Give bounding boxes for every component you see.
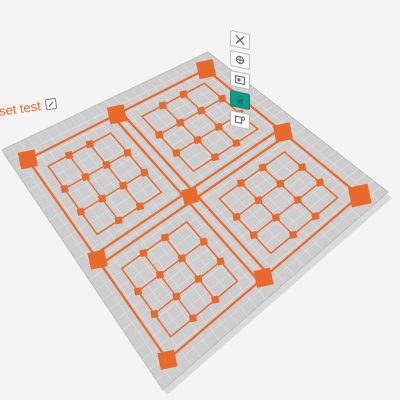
model-node	[160, 233, 170, 242]
model-corner-pad[interactable]	[106, 104, 128, 125]
model-node	[288, 230, 298, 239]
model-node	[254, 196, 263, 205]
model-node	[211, 295, 220, 304]
model-node	[218, 94, 227, 103]
model-node	[155, 270, 165, 279]
model-node	[214, 122, 223, 132]
model-node	[293, 195, 302, 205]
build-plate-viewport[interactable]	[0, 0, 400, 400]
model-node	[133, 287, 143, 296]
model-node	[154, 130, 164, 139]
model-node	[139, 248, 148, 258]
model-corner-pad[interactable]	[272, 122, 293, 143]
model-corner-pad[interactable]	[181, 187, 200, 205]
model-node	[249, 230, 258, 240]
model-corner-pad[interactable]	[87, 249, 108, 270]
orient-icon	[235, 55, 245, 65]
edit-icon[interactable]	[44, 97, 58, 111]
model-corner-pad[interactable]	[157, 349, 178, 370]
model-node	[119, 181, 128, 190]
model-node	[188, 314, 198, 323]
model-node	[76, 207, 85, 216]
model-node	[193, 135, 202, 145]
arrange-plate-button[interactable]	[230, 69, 250, 91]
model-node	[199, 237, 208, 246]
close-icon	[235, 34, 245, 46]
model-node	[297, 163, 307, 172]
model-node	[271, 213, 280, 222]
orient-plate-button[interactable]	[230, 49, 250, 71]
model-node	[236, 178, 246, 188]
model-node	[197, 106, 206, 115]
plate-toolbar	[230, 29, 250, 132]
model-corner-pad[interactable]	[347, 183, 372, 208]
model-node	[210, 153, 220, 162]
model-node	[150, 309, 159, 319]
plate-settings-button[interactable]	[230, 109, 250, 131]
model-node	[85, 139, 94, 149]
model-node	[176, 118, 185, 127]
model-node	[276, 179, 285, 188]
lock-plate-button[interactable]	[230, 89, 250, 111]
model-node	[97, 194, 107, 203]
model-node	[102, 160, 111, 169]
model-node	[216, 257, 225, 266]
model-node	[60, 184, 69, 194]
model-node	[81, 172, 90, 182]
model-node	[114, 216, 123, 225]
model-node	[232, 138, 241, 148]
model-node	[135, 202, 145, 211]
model-corner-pad[interactable]	[253, 267, 274, 288]
model-corner-pad[interactable]	[17, 149, 38, 170]
arrange-icon	[234, 74, 246, 86]
lock-icon	[237, 95, 243, 105]
model-node	[172, 148, 181, 158]
model-node	[140, 168, 149, 177]
model-node	[123, 148, 132, 157]
model-node	[177, 254, 186, 263]
model-node	[315, 178, 325, 187]
model-node	[311, 212, 320, 221]
model-node	[158, 101, 167, 110]
remove-plate-button[interactable]	[230, 29, 250, 51]
model-node	[64, 150, 74, 160]
model-node	[194, 274, 203, 284]
model-node	[232, 212, 241, 221]
model-node	[179, 90, 188, 99]
model-node	[172, 292, 181, 301]
model-node	[258, 163, 267, 172]
model-corner-pad[interactable]	[196, 59, 217, 80]
settings-icon	[234, 115, 246, 125]
